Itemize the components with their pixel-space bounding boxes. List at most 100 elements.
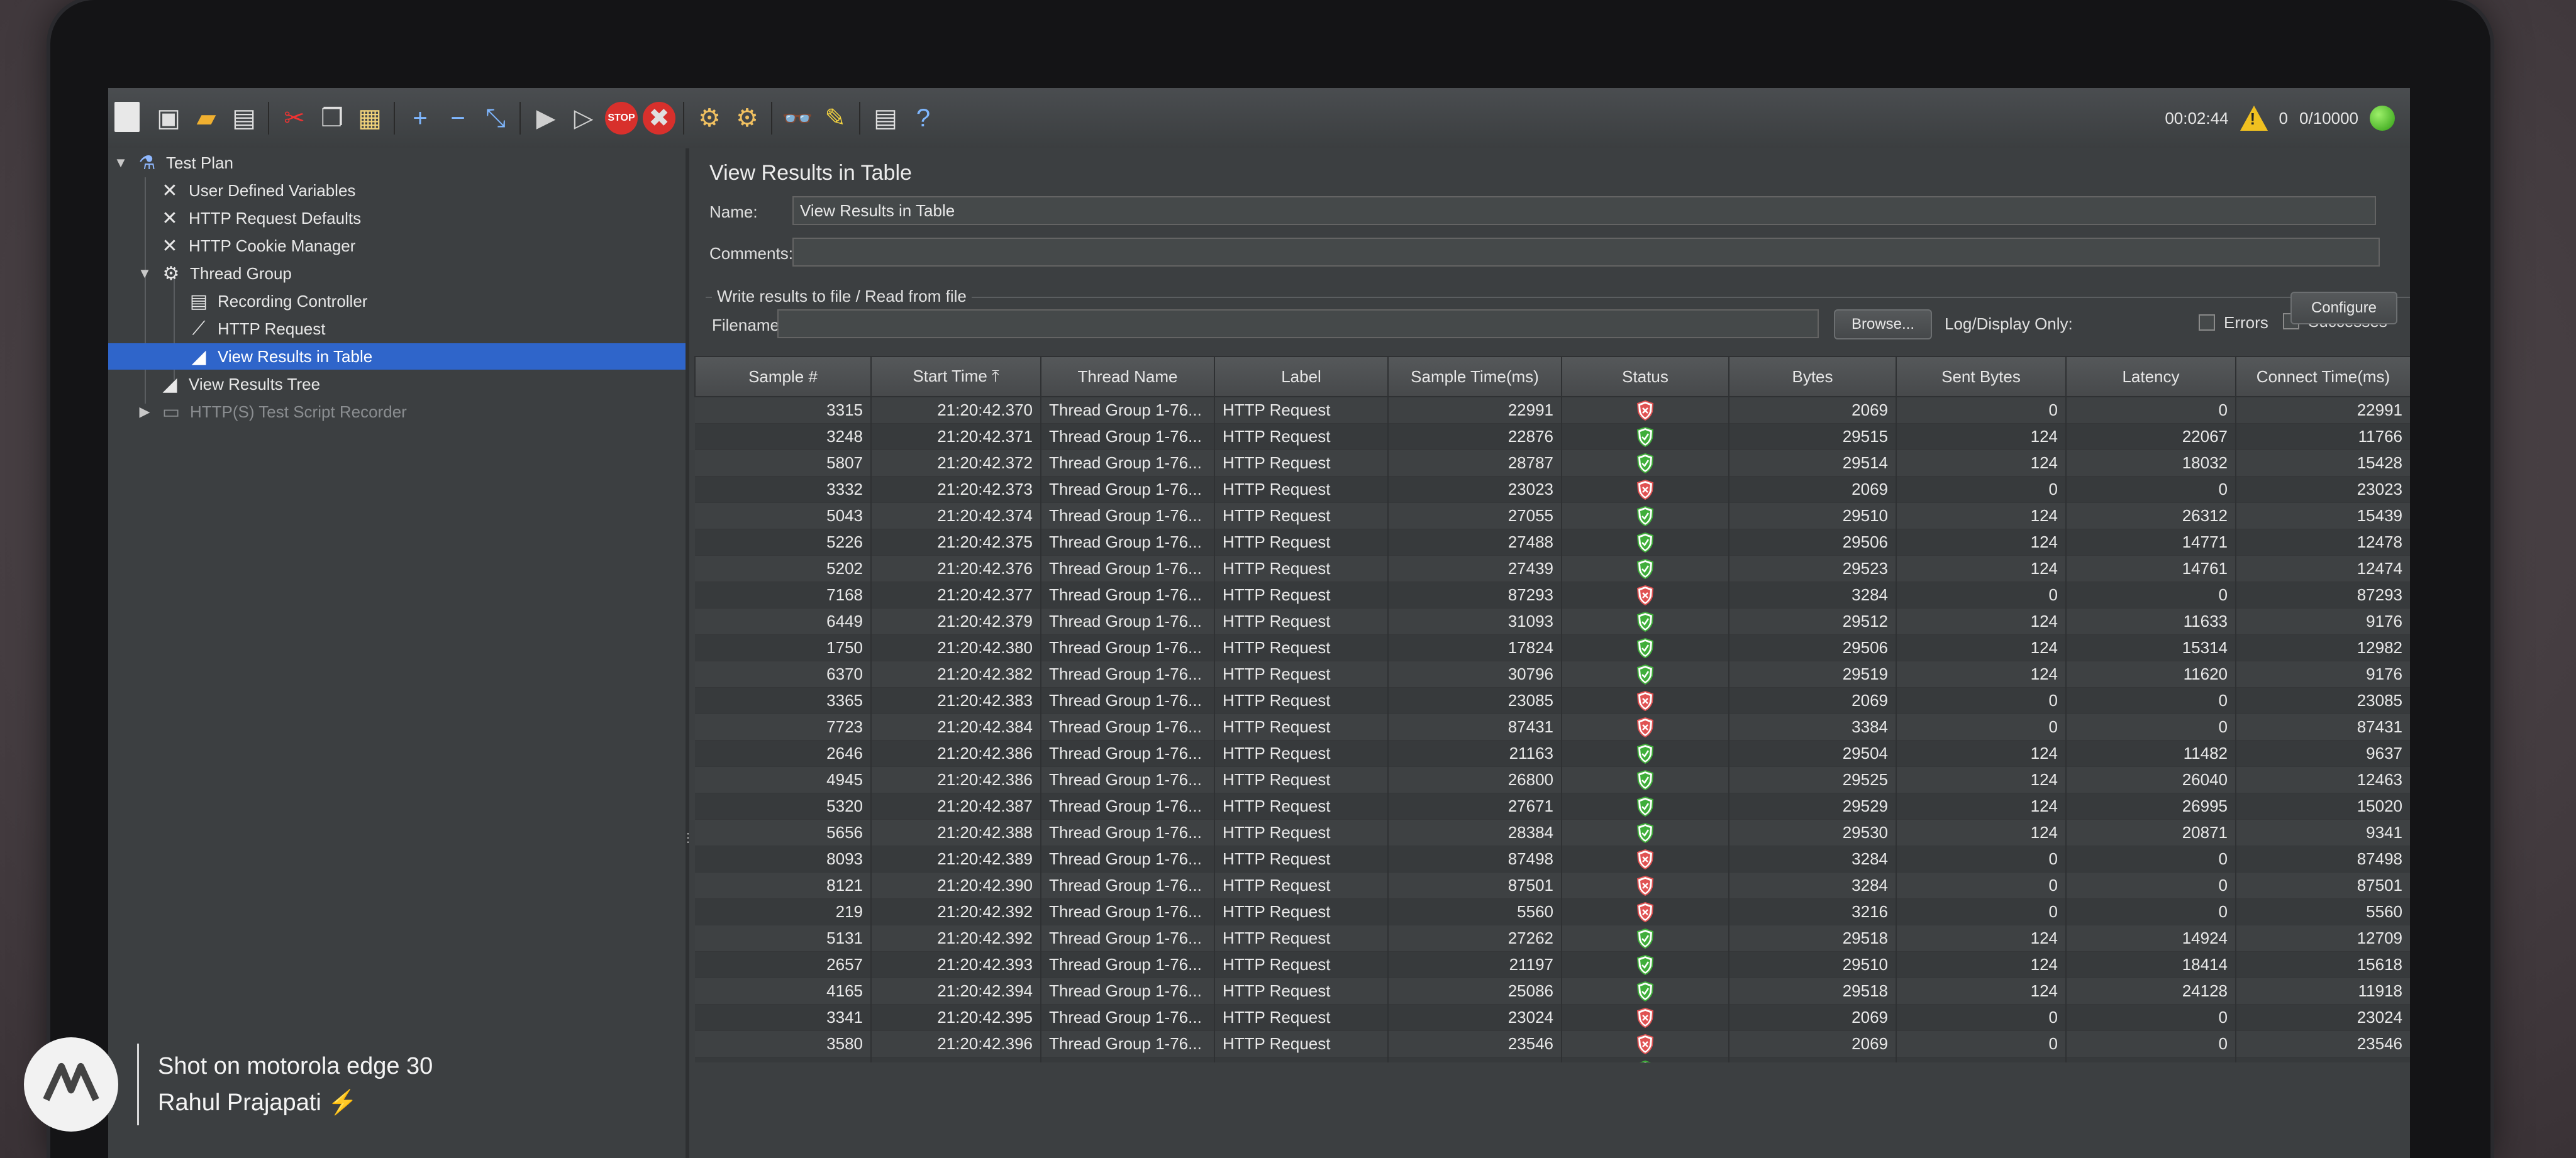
search-icon[interactable]: 👓	[781, 102, 814, 135]
stop-icon[interactable]: STOP	[605, 102, 638, 135]
cell-thread-name: Thread Group 1-76...	[1041, 1057, 1215, 1062]
table-row[interactable]: 7168 21:20:42.377 Thread Group 1-76... HTTP…	[695, 582, 2410, 609]
cell-sample-time: 27262	[1388, 925, 1562, 952]
column-header-sample-time[interactable]: Sample Time(ms)	[1387, 356, 1562, 397]
clear-icon[interactable]: ⚙	[693, 102, 726, 135]
reset-search-icon[interactable]: ✎	[819, 102, 852, 135]
cell-sent-bytes: 124	[1896, 1057, 2067, 1062]
tree-item-view-results-tree[interactable]: ◢ View Results Tree	[158, 371, 320, 397]
table-row[interactable]: 5656 21:20:42.388 Thread Group 1-76... HTTP…	[695, 819, 2410, 846]
table-row[interactable]: 5320 21:20:42.387 Thread Group 1-76... HTTP…	[695, 793, 2410, 820]
table-row[interactable]: 5043 21:20:42.374 Thread Group 1-76... HTTP…	[695, 502, 2410, 529]
cell-latency: 0	[2066, 714, 2236, 741]
cell-label: HTTP Request	[1214, 766, 1389, 793]
cut-icon[interactable]: ✂	[278, 102, 311, 135]
splitter-handle[interactable]: ⋮	[682, 830, 694, 855]
cell-thread-name: Thread Group 1-76...	[1041, 1004, 1215, 1031]
running-status-icon	[2370, 106, 2395, 131]
tree-item-test-plan[interactable]: ▼ ⚗ Test Plan	[113, 150, 233, 176]
table-row[interactable]: 5131 21:20:42.392 Thread Group 1-76... HTTP…	[695, 925, 2410, 952]
name-field[interactable]: View Results in Table	[792, 196, 2376, 225]
watermark-divider	[137, 1044, 139, 1125]
table-row[interactable]: 3365 21:20:42.383 Thread Group 1-76... HTTP…	[695, 687, 2410, 714]
cell-bytes: 29523	[1729, 555, 1897, 582]
function-helper-icon[interactable]: ▤	[869, 102, 902, 135]
help-icon[interactable]: ?	[907, 102, 940, 135]
tree-item-label: Recording Controller	[218, 291, 368, 311]
filename-field[interactable]	[777, 309, 1819, 338]
column-header-start-time[interactable]: Start Time ⤒	[870, 356, 1041, 397]
table-row[interactable]: 219 21:20:42.392 Thread Group 1-76... HTTP …	[695, 898, 2410, 925]
start-icon[interactable]: ▶	[530, 102, 562, 135]
cell-sample: 2646	[695, 740, 872, 767]
column-header-sample[interactable]: Sample #	[694, 356, 872, 397]
errors-checkbox[interactable]	[2199, 314, 2215, 331]
table-row[interactable]: 8121 21:20:42.390 Thread Group 1-76... HTTP…	[695, 872, 2410, 899]
table-row[interactable]: 2646 21:20:42.386 Thread Group 1-76... HTTP…	[695, 740, 2410, 767]
column-header-sent-bytes[interactable]: Sent Bytes	[1896, 356, 2067, 397]
tree-item-http-cookie-manager[interactable]: ✕ HTTP Cookie Manager	[158, 233, 355, 259]
expand-icon[interactable]: +	[404, 102, 436, 135]
success-shield-icon	[1636, 426, 1654, 447]
configure-button[interactable]: Configure	[2290, 292, 2397, 324]
success-shield-icon	[1636, 664, 1654, 685]
shutdown-icon[interactable]: ✖	[643, 102, 675, 135]
open-icon[interactable]: ▰	[190, 102, 223, 135]
save-icon[interactable]: ▤	[228, 102, 260, 135]
table-row[interactable]: 3332 21:20:42.373 Thread Group 1-76... HTTP…	[695, 476, 2410, 503]
tree-item-recording-controller[interactable]: ▤ Recording Controller	[187, 288, 368, 314]
table-row[interactable]: 6370 21:20:42.382 Thread Group 1-76... HTTP…	[695, 661, 2410, 688]
browse-button[interactable]: Browse...	[1834, 309, 1932, 339]
copy-icon[interactable]: ❐	[316, 102, 348, 135]
column-header-status[interactable]: Status	[1561, 356, 1729, 397]
cell-status	[1562, 1030, 1729, 1057]
table-row[interactable]: 5226 21:20:42.375 Thread Group 1-76... HTTP…	[695, 529, 2410, 556]
cell-latency: 22067	[2066, 423, 2236, 450]
start-no-pause-icon[interactable]: ▷	[567, 102, 600, 135]
warning-icon[interactable]	[2240, 106, 2268, 131]
collapse-toggle-icon[interactable]: ▶	[137, 404, 152, 420]
table-row[interactable]: 2657 21:20:42.393 Thread Group 1-76... HTTP…	[695, 951, 2410, 978]
column-header-latency[interactable]: Latency	[2065, 356, 2236, 397]
table-row[interactable]: 4165 21:20:42.394 Thread Group 1-76... HTTP…	[695, 978, 2410, 1005]
table-row[interactable]: 4945 21:20:42.386 Thread Group 1-76... HTTP…	[695, 766, 2410, 793]
table-row[interactable]: 3248 21:20:42.371 Thread Group 1-76... HTTP…	[695, 423, 2410, 450]
column-header-bytes[interactable]: Bytes	[1728, 356, 1897, 397]
column-header-connect-time[interactable]: Connect Time(ms)	[2235, 356, 2410, 397]
templates-icon[interactable]: ▣	[152, 102, 185, 135]
table-row[interactable]: 1750 21:20:42.380 Thread Group 1-76... HTTP…	[695, 634, 2410, 661]
table-row[interactable]: 526021:20:42.396Thread Group 1-76...HTTP…	[695, 1057, 2410, 1062]
cell-sample: 6449	[695, 608, 872, 635]
table-row[interactable]: 3341 21:20:42.395 Thread Group 1-76... HTTP…	[695, 1004, 2410, 1031]
expand-toggle-icon[interactable]: ▼	[113, 155, 128, 171]
new-icon[interactable]	[114, 102, 140, 132]
table-row[interactable]: 8093 21:20:42.389 Thread Group 1-76... HTTP…	[695, 846, 2410, 873]
table-row[interactable]: 6449 21:20:42.379 Thread Group 1-76... HTTP…	[695, 608, 2410, 635]
paste-icon[interactable]: ▦	[353, 102, 386, 135]
column-header-label[interactable]: Label	[1214, 356, 1389, 397]
tree-item-view-results-in-table[interactable]: ◢ View Results in Table	[108, 343, 686, 370]
cell-sent-bytes: 124	[1896, 819, 2067, 846]
toggle-icon[interactable]: ⤡	[479, 102, 512, 135]
cell-label: HTTP Request	[1214, 740, 1389, 767]
table-row[interactable]: 5202 21:20:42.376 Thread Group 1-76... HTTP…	[695, 555, 2410, 582]
cell-thread-name: Thread Group 1-76...	[1041, 793, 1215, 820]
tree-item-user-defined-variables[interactable]: ✕ User Defined Variables	[158, 177, 355, 204]
cell-label: HTTP Request	[1214, 555, 1389, 582]
column-header-thread-name[interactable]: Thread Name	[1040, 356, 1215, 397]
clear-all-icon[interactable]: ⚙	[731, 102, 763, 135]
cell-start-time: 21:20:42.371	[871, 423, 1041, 450]
table-row[interactable]: 3580 21:20:42.396 Thread Group 1-76... HTTP…	[695, 1030, 2410, 1057]
tree-item-http-request-defaults[interactable]: ✕ HTTP Request Defaults	[158, 205, 361, 231]
table-row[interactable]: 5807 21:20:42.372 Thread Group 1-76... HTTP…	[695, 449, 2410, 477]
table-row[interactable]: 3315 21:20:42.370 Thread Group 1-76... HTTP…	[695, 397, 2410, 424]
cell-status	[1562, 397, 1729, 424]
tree-item-thread-group[interactable]: ▼ ⚙ Thread Group	[137, 260, 292, 287]
comments-field[interactable]	[792, 238, 2380, 267]
expand-toggle-icon[interactable]: ▼	[137, 265, 152, 282]
cell-label: HTTP Request	[1214, 714, 1389, 741]
tree-item-http-request[interactable]: ⟋ HTTP Request	[187, 316, 326, 342]
collapse-icon[interactable]: −	[441, 102, 474, 135]
tree-item-https-test-script-recorder[interactable]: ▶ ▭ HTTP(S) Test Script Recorder	[137, 399, 407, 425]
table-row[interactable]: 7723 21:20:42.384 Thread Group 1-76... HTTP…	[695, 714, 2410, 741]
